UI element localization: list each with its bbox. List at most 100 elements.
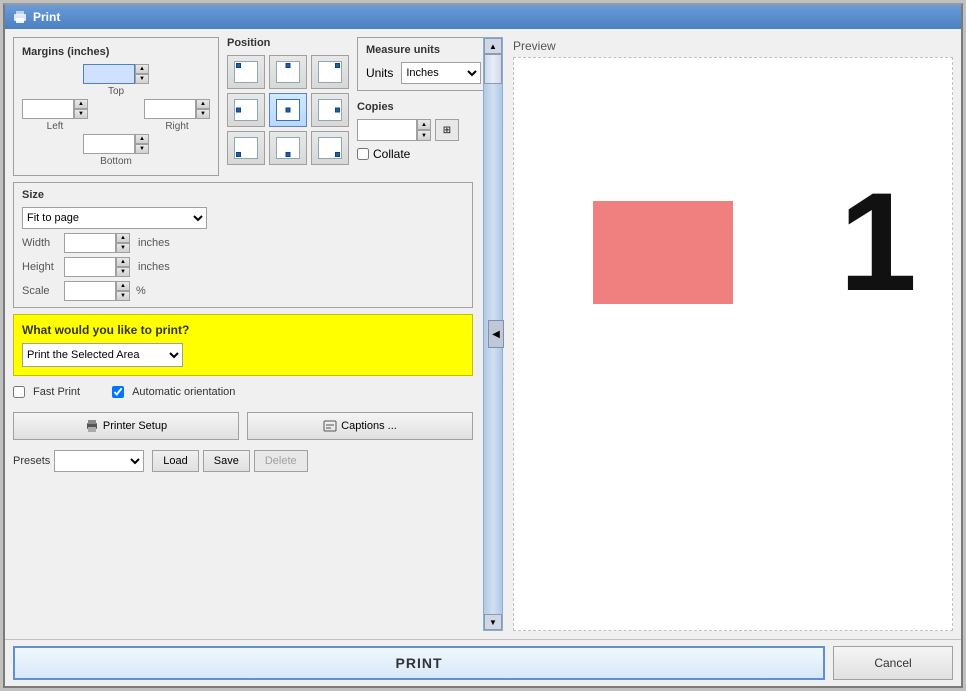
margin-top-spinner: 0,00 ▲ ▼: [83, 64, 149, 84]
width-down[interactable]: ▼: [116, 243, 130, 253]
height-down[interactable]: ▼: [116, 267, 130, 277]
height-up[interactable]: ▲: [116, 257, 130, 267]
margin-top-up[interactable]: ▲: [135, 64, 149, 74]
position-grid: [227, 55, 349, 165]
scroll-bar[interactable]: ▲ ▼ ◀: [483, 37, 503, 631]
collate-checkbox[interactable]: [357, 148, 369, 160]
width-up[interactable]: ▲: [116, 233, 130, 243]
margin-top-down[interactable]: ▼: [135, 74, 149, 84]
margins-title: Margins (inches): [22, 46, 210, 58]
height-label: Height: [22, 261, 58, 273]
height-input[interactable]: 4,00: [64, 257, 116, 277]
copies-spin-icon[interactable]: ⊞: [435, 119, 459, 141]
margin-bottom-label: Bottom: [100, 156, 132, 167]
auto-orientation-checkbox[interactable]: [112, 386, 124, 398]
scale-label: Scale: [22, 285, 58, 297]
margin-bot-row: 0,00 ▲ ▼ Bottom: [83, 134, 149, 167]
width-row: Width 6,00 ▲ ▼ inches: [22, 233, 464, 253]
pos-btn-tl[interactable]: [227, 55, 265, 89]
preview-label: Preview: [513, 37, 953, 57]
collate-row: Collate: [357, 147, 490, 161]
pos-btn-mc[interactable]: [269, 93, 307, 127]
margin-left-down[interactable]: ▼: [74, 109, 88, 119]
scale-down[interactable]: ▼: [116, 291, 130, 301]
margin-bottom-spinbtns: ▲ ▼: [135, 134, 149, 154]
presets-delete-button[interactable]: Delete: [254, 450, 308, 472]
margin-left-input[interactable]: 0,00: [22, 99, 74, 119]
margin-right-spinbtns: ▲ ▼: [196, 99, 210, 119]
dialog-body: Margins (inches) 0,00 ▲ ▼: [5, 29, 961, 639]
margin-bottom-input[interactable]: 0,00: [83, 134, 135, 154]
print-area-select[interactable]: Print the Selected Area Print the Entire…: [22, 343, 183, 367]
scroll-down[interactable]: ▼: [484, 614, 502, 630]
margin-right-spinner: 0,00 ▲ ▼: [144, 99, 210, 119]
top-row: Margins (inches) 0,00 ▲ ▼: [13, 37, 473, 176]
right-panel: Preview 1: [513, 37, 953, 631]
copies-down[interactable]: ▼: [417, 130, 431, 141]
copies-input[interactable]: 1: [357, 119, 417, 141]
presets-btns: Load Save Delete: [152, 450, 307, 472]
right-settings: Measure units Units Inches Centimeters M…: [357, 37, 490, 176]
margins-section: Margins (inches) 0,00 ▲ ▼: [13, 37, 219, 176]
setup-buttons-row: Printer Setup Captions ...: [13, 408, 473, 444]
captions-button[interactable]: Captions ...: [247, 412, 473, 440]
margin-right-input[interactable]: 0,00: [144, 99, 196, 119]
copies-spin: 1 ▲ ▼ ⊞: [357, 119, 490, 141]
presets-save-button[interactable]: Save: [203, 450, 250, 472]
width-label: Width: [22, 237, 58, 249]
height-spinner: 4,00 ▲ ▼: [64, 257, 130, 277]
margin-left-spinbtns: ▲ ▼: [74, 99, 88, 119]
preview-selection-rect: [593, 201, 733, 304]
print-what-box: What would you like to print? Print the …: [13, 314, 473, 376]
copies-up[interactable]: ▲: [417, 119, 431, 130]
margin-right-label: Right: [165, 121, 188, 132]
cancel-button[interactable]: Cancel: [833, 646, 953, 680]
pos-btn-bl[interactable]: [227, 131, 265, 165]
width-input[interactable]: 6,00: [64, 233, 116, 253]
preview-area: 1: [513, 57, 953, 631]
print-icon: [13, 10, 27, 24]
printer-setup-button[interactable]: Printer Setup: [13, 412, 239, 440]
width-spinner: 6,00 ▲ ▼: [64, 233, 130, 253]
size-select[interactable]: Fit to page Custom Letter A4: [22, 207, 207, 229]
margin-left-up[interactable]: ▲: [74, 99, 88, 109]
printer-icon: [85, 419, 99, 433]
title-bar: Print: [5, 5, 961, 29]
scale-row: Scale 100 ▲ ▼ %: [22, 281, 464, 301]
margin-right-up[interactable]: ▲: [196, 99, 210, 109]
height-spinbtns: ▲ ▼: [116, 257, 130, 277]
captions-icon: [323, 419, 337, 433]
position-section: Position: [227, 37, 349, 176]
print-button[interactable]: PRINT: [13, 646, 825, 680]
presets-load-button[interactable]: Load: [152, 450, 198, 472]
margin-bottom-spinner: 0,00 ▲ ▼: [83, 134, 149, 154]
bottom-buttons: PRINT Cancel: [5, 639, 961, 686]
pos-btn-tc[interactable]: [269, 55, 307, 89]
preview-content: 1: [514, 58, 952, 630]
units-select[interactable]: Inches Centimeters Millimeters Points: [401, 62, 481, 84]
pos-btn-mr[interactable]: [311, 93, 349, 127]
collapse-arrow[interactable]: ◀: [488, 320, 504, 348]
scale-input[interactable]: 100: [64, 281, 116, 301]
copies-spinbtns: ▲ ▼: [417, 119, 431, 141]
margin-bottom-down[interactable]: ▼: [135, 144, 149, 154]
margin-left-spinner: 0,00 ▲ ▼: [22, 99, 88, 119]
pos-btn-tr[interactable]: [311, 55, 349, 89]
print-dialog: Print Margins (inches) 0,00: [3, 3, 963, 688]
margin-top-input[interactable]: 0,00: [83, 64, 135, 84]
pos-btn-br[interactable]: [311, 131, 349, 165]
height-row: Height 4,00 ▲ ▼ inches: [22, 257, 464, 277]
pos-btn-ml[interactable]: [227, 93, 265, 127]
scale-spinner: 100 ▲ ▼: [64, 281, 130, 301]
presets-select[interactable]: [54, 450, 144, 472]
scale-up[interactable]: ▲: [116, 281, 130, 291]
fast-print-checkbox[interactable]: [13, 386, 25, 398]
scroll-thumb[interactable]: [484, 54, 502, 84]
margin-top-row: 0,00 ▲ ▼ Top: [83, 64, 149, 97]
scroll-up[interactable]: ▲: [484, 38, 502, 54]
pos-btn-bc[interactable]: [269, 131, 307, 165]
units-label: Units: [366, 66, 393, 80]
margin-bottom-up[interactable]: ▲: [135, 134, 149, 144]
margin-mid-row: 0,00 ▲ ▼ Left: [22, 99, 210, 132]
margin-right-down[interactable]: ▼: [196, 109, 210, 119]
